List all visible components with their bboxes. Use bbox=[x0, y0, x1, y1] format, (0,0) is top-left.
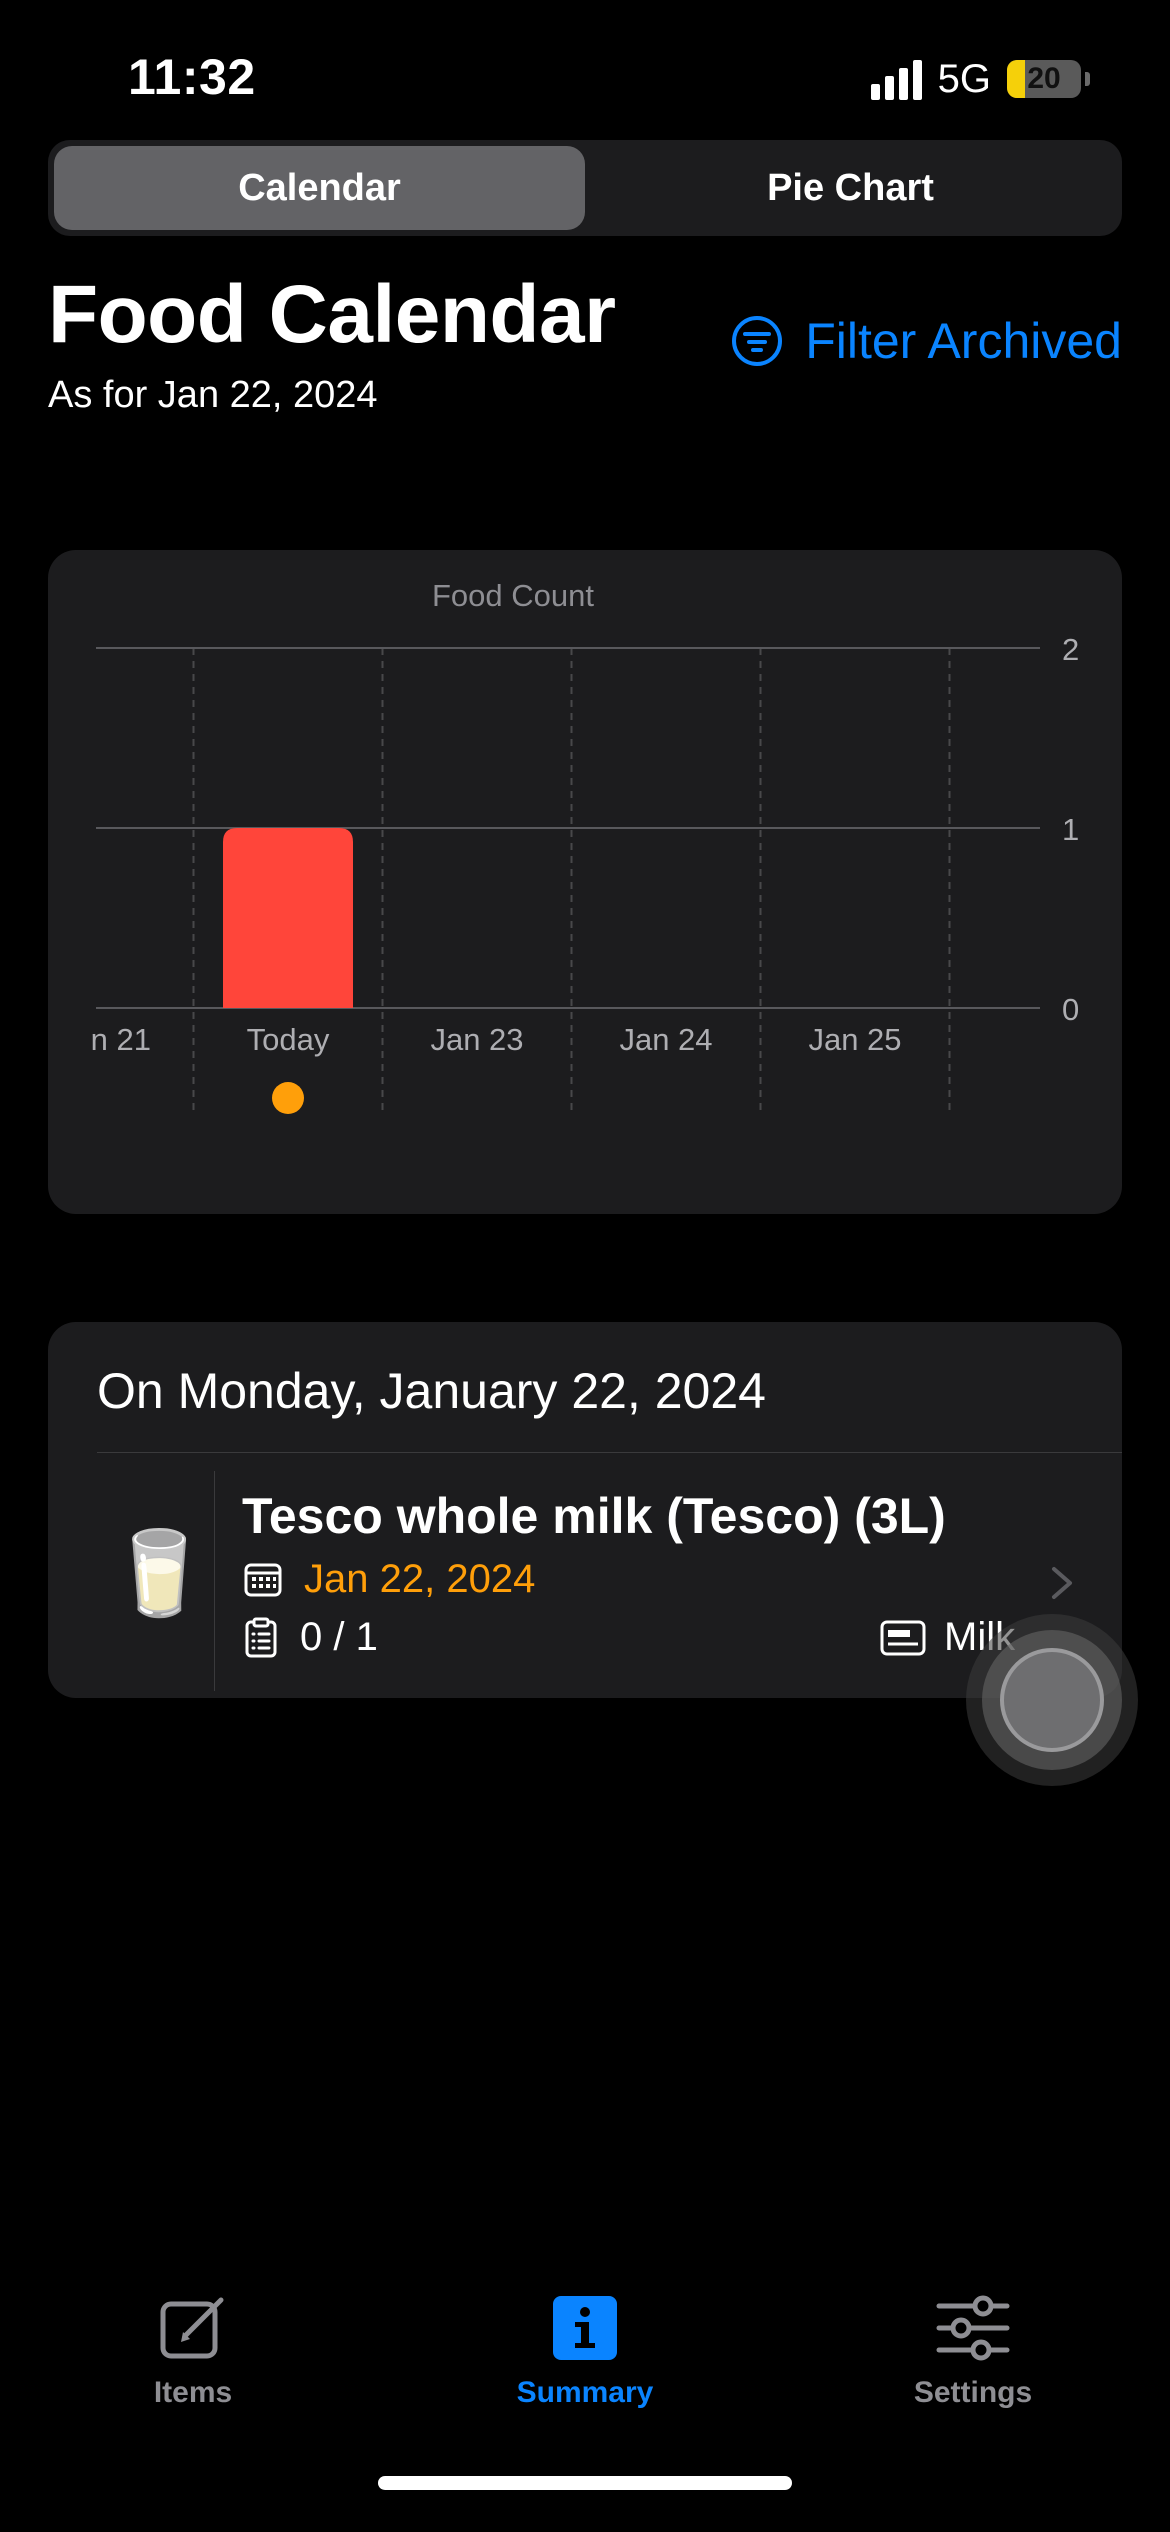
tab-settings[interactable]: Settings bbox=[823, 2290, 1123, 2410]
tab-summary[interactable]: Summary bbox=[435, 2290, 735, 2410]
x-tick-label: Jan 24 bbox=[619, 1022, 712, 1057]
battery-percent: 20 bbox=[1027, 62, 1061, 95]
as-of-date: As for Jan 22, 2024 bbox=[48, 374, 378, 416]
filter-icon bbox=[732, 316, 783, 366]
square-pencil-icon bbox=[160, 2297, 224, 2359]
chart-bar bbox=[223, 828, 353, 1008]
x-tick-label: Jan 23 bbox=[430, 1022, 523, 1057]
chevron-right-icon bbox=[1052, 1567, 1072, 1599]
view-segmented-control: Calendar Pie Chart bbox=[48, 140, 1122, 236]
sliders-icon bbox=[936, 2295, 1010, 2361]
assistive-touch-button[interactable] bbox=[966, 1614, 1138, 1786]
status-time: 11:32 bbox=[128, 49, 256, 105]
food-item-date: Jan 22, 2024 bbox=[304, 1557, 536, 1601]
food-count-chart: Food Count 0 1 2 n 21 Today Jan 23 Jan 24 Jan 25 bbox=[48, 550, 1122, 1214]
food-item-date-line: Jan 22, 2024 bbox=[244, 1557, 535, 1602]
info-square-icon bbox=[553, 2296, 617, 2360]
food-item-title: Tesco whole milk (Tesco) (3L) bbox=[242, 1488, 946, 1544]
assistive-touch-ring bbox=[982, 1630, 1122, 1770]
assistive-touch-core bbox=[1000, 1648, 1104, 1752]
battery-cap bbox=[1085, 72, 1090, 86]
tab-bar: Items Summary Settings bbox=[0, 2290, 1170, 2440]
tab-summary-label: Summary bbox=[516, 2376, 654, 2409]
clipboard-list-icon bbox=[245, 1617, 277, 1657]
page-title: Food Calendar bbox=[48, 269, 616, 360]
tab-items[interactable]: Items bbox=[43, 2290, 343, 2410]
day-header: On Monday, January 22, 2024 bbox=[97, 1363, 766, 1419]
x-tick-label: Jan 25 bbox=[808, 1022, 901, 1057]
segment-pie-chart[interactable]: Pie Chart bbox=[585, 146, 1116, 230]
status-icons: 5G 20 bbox=[870, 56, 1090, 102]
x-tick-label: Today bbox=[247, 1022, 330, 1057]
food-item-count: 0 / 1 bbox=[300, 1615, 378, 1659]
filter-archived-button[interactable]: Filter Archived bbox=[731, 312, 1122, 370]
x-tick-label: n 21 bbox=[91, 1022, 151, 1057]
day-items-card: On Monday, January 22, 2024 🥛 Tesco whol… bbox=[48, 1322, 1122, 1698]
filter-archived-label: Filter Archived bbox=[805, 313, 1122, 369]
food-item-row[interactable]: 🥛 Tesco whole milk (Tesco) (3L) Jan 22, … bbox=[48, 1453, 1122, 1698]
home-indicator bbox=[378, 2476, 792, 2490]
network-type: 5G bbox=[937, 56, 991, 101]
tab-settings-label: Settings bbox=[913, 2376, 1033, 2409]
today-marker-dot bbox=[272, 1082, 304, 1114]
tag-card-icon bbox=[880, 1620, 926, 1655]
y-tick-label: 0 bbox=[1062, 992, 1079, 1027]
y-tick-label: 2 bbox=[1062, 632, 1079, 667]
food-item-count-line: 0 / 1 bbox=[244, 1615, 378, 1660]
chart-title: Food Count bbox=[432, 578, 594, 613]
milk-emoji-icon: 🥛 bbox=[108, 1528, 211, 1619]
calendar-icon bbox=[244, 1563, 282, 1596]
row-divider bbox=[214, 1471, 215, 1691]
chart-svg: Food Count 0 1 2 n 21 Today Jan 23 Jan 24 Jan 25 bbox=[91, 578, 1079, 1114]
segment-calendar[interactable]: Calendar bbox=[54, 146, 585, 230]
cellular-signal-icon bbox=[870, 58, 922, 100]
tab-items-label: Items bbox=[153, 2376, 233, 2409]
y-tick-label: 1 bbox=[1062, 812, 1079, 847]
battery-icon: 20 bbox=[1007, 60, 1081, 98]
